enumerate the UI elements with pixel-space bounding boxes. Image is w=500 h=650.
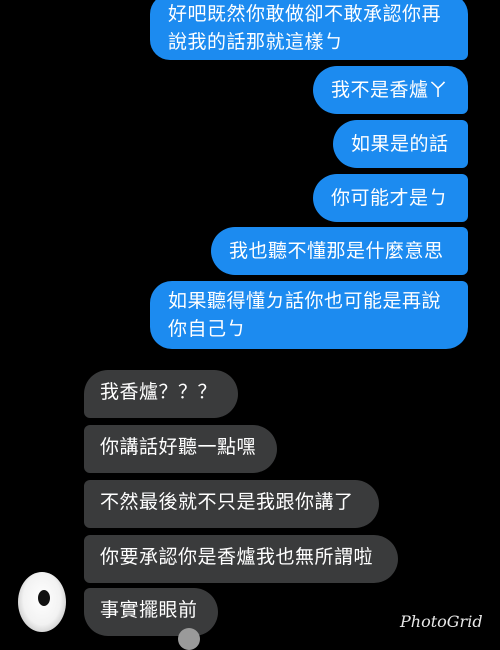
received-message[interactable]: 你要承認你是香爐我也無所謂啦 xyxy=(84,535,398,583)
sent-message[interactable]: 好吧既然你敢做卻不敢承認你再 說我的話那就這樣ㄅ xyxy=(150,0,468,60)
message-text: 我香爐？？？ xyxy=(100,381,218,403)
sent-message[interactable]: 我也聽不懂那是什麼意思 xyxy=(211,227,468,275)
message-text-line: 好吧既然你敢做卻不敢承認你再 xyxy=(168,3,442,25)
received-message[interactable]: 你講話好聽一點嘿 xyxy=(84,425,277,473)
message-text-line: 說我的話那就這樣ㄅ xyxy=(168,31,344,53)
message-text: 我不是香爐ㄚ xyxy=(331,79,449,101)
message-text: 不然最後就不只是我跟你講了 xyxy=(100,491,354,513)
message-text: 你要承認你是香爐我也無所謂啦 xyxy=(100,546,374,568)
avatar-detail xyxy=(38,590,50,606)
message-text: 我也聽不懂那是什麼意思 xyxy=(229,240,444,262)
received-message[interactable]: 我香爐？？？ xyxy=(84,370,238,418)
sent-message[interactable]: 我不是香爐ㄚ xyxy=(313,66,468,114)
message-text: 如果是的話 xyxy=(351,133,449,155)
message-text-line: 你自己ㄅ xyxy=(168,318,247,340)
message-text-line: 如果聽得懂ㄉ話你也可能是再說 xyxy=(168,290,442,312)
message-text: 你可能才是ㄅ xyxy=(331,187,449,209)
sent-message[interactable]: 如果是的話 xyxy=(333,120,468,168)
received-message[interactable]: 不然最後就不只是我跟你講了 xyxy=(84,480,379,528)
sent-message[interactable]: 你可能才是ㄅ xyxy=(313,174,468,222)
sent-message[interactable]: 如果聽得懂ㄉ話你也可能是再說 你自己ㄅ xyxy=(150,281,468,349)
message-text: 你講話好聽一點嘿 xyxy=(100,436,257,458)
received-message[interactable]: 事實擺眼前 xyxy=(84,588,218,636)
photogrid-watermark: PhotoGrid xyxy=(400,612,483,631)
message-text: 事實擺眼前 xyxy=(100,599,198,621)
seen-indicator-icon xyxy=(178,628,200,650)
